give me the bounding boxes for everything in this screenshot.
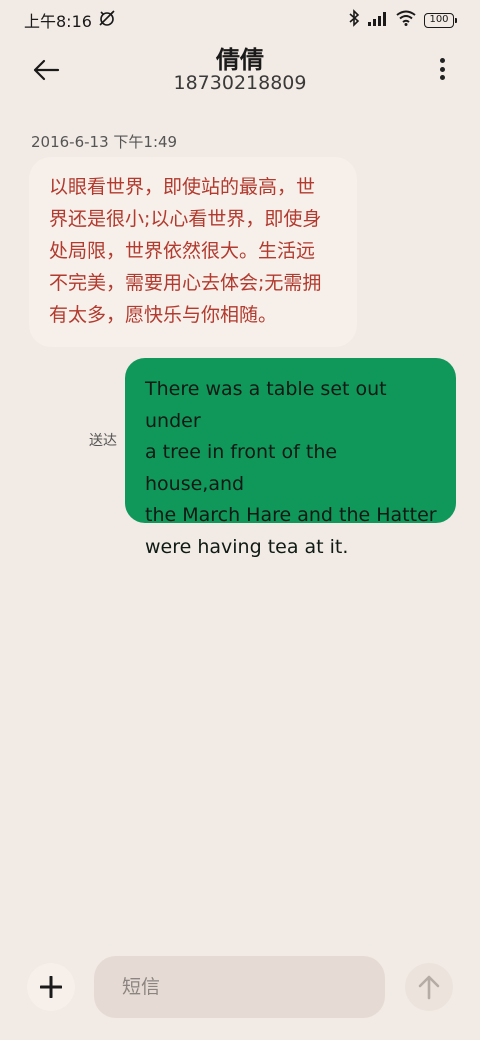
contact-name: 倩倩 (216, 46, 264, 74)
incoming-message-bubble[interactable]: 以眼看世界，即使站的最高，世 界还是很小;以心看世界，即使身 处局限，世界依然很… (29, 157, 357, 347)
more-vertical-icon (439, 58, 445, 63)
message-line: a tree in front of the house,and (145, 441, 338, 495)
conversation-timestamp: 2016-6-13 下午1:49 (31, 133, 178, 151)
message-input[interactable] (94, 956, 385, 1018)
status-left: 上午8:16 (24, 8, 116, 32)
message-line: the March Hare and the Hatter (145, 504, 437, 526)
wifi-icon (396, 10, 416, 30)
message-composer (0, 956, 480, 1018)
message-line: were having tea at it. (145, 535, 349, 558)
battery-icon: 100 (424, 12, 457, 28)
signal-icon (368, 11, 388, 30)
send-button[interactable] (405, 963, 453, 1011)
conversation-header: 倩倩 18730218809 (0, 40, 480, 102)
delivery-status: 送达 (89, 433, 117, 449)
more-options-button[interactable] (432, 54, 452, 84)
status-bar: 上午8:16 100 (0, 0, 480, 40)
message-line: 界还是很小;以心看世界，即使身 (49, 208, 322, 230)
add-attachment-button[interactable] (27, 963, 75, 1011)
status-time: 上午8:16 (24, 12, 92, 31)
bluetooth-icon (348, 9, 360, 31)
message-line: There was a table set out under (145, 378, 387, 432)
alarm-off-icon (98, 9, 116, 31)
battery-level: 100 (429, 13, 449, 25)
message-line: 有太多，愿快乐与你相随。 (49, 304, 278, 326)
outgoing-message-bubble[interactable]: There was a table set out under a tree i… (125, 358, 456, 558)
status-right: 100 (348, 9, 457, 31)
message-line: 不完美，需要用心去体会;无需拥 (49, 272, 322, 294)
arrow-up-icon (418, 975, 440, 1000)
contact-phone-number: 18730218809 (173, 72, 307, 94)
plus-icon (40, 976, 62, 998)
message-line: 处局限，世界依然很大。生活远 (49, 240, 316, 262)
message-line: 以眼看世界，即使站的最高，世 (49, 176, 316, 198)
